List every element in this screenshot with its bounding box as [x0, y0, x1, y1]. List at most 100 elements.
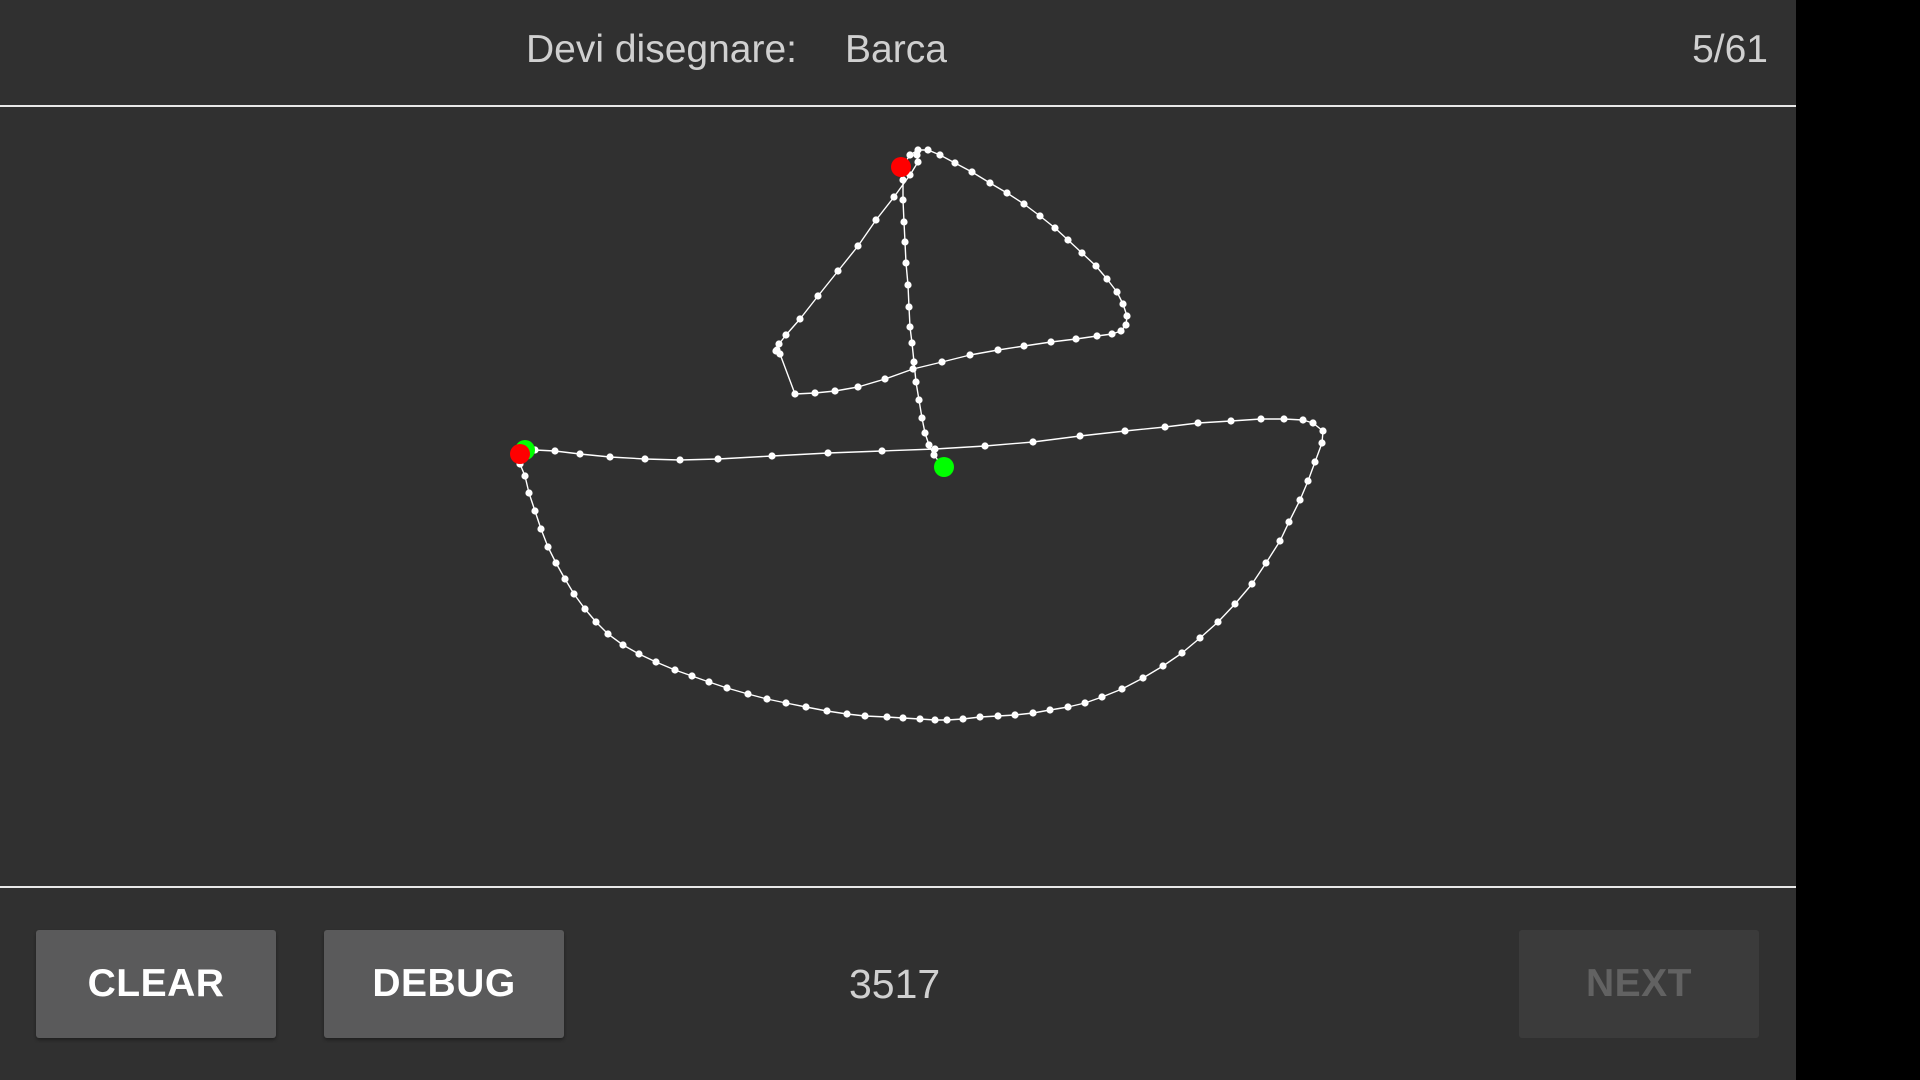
- stroke-point: [576, 450, 584, 458]
- stroke-point: [994, 712, 1002, 720]
- stroke-mast: [897, 158, 948, 471]
- stroke-point: [775, 340, 783, 348]
- next-button[interactable]: NEXT: [1519, 930, 1759, 1038]
- stroke-point: [900, 218, 908, 226]
- stroke-point: [981, 442, 989, 450]
- stroke-point: [951, 159, 959, 167]
- stroke-point: [1081, 699, 1089, 707]
- stroke-point: [899, 714, 907, 722]
- stroke-point: [1108, 330, 1116, 338]
- stroke-point: [1311, 458, 1319, 466]
- drawing-app: Devi disegnare: Barca 5/61 CLEAR DEBUG 3…: [0, 0, 1796, 1080]
- stroke-point: [872, 216, 880, 224]
- stroke-point: [1098, 693, 1106, 701]
- stroke-point: [782, 699, 790, 707]
- stroke-point: [521, 472, 529, 480]
- stroke-point: [1076, 432, 1084, 440]
- stroke-point: [943, 716, 951, 724]
- stroke-point: [1262, 559, 1270, 567]
- stroke-point: [641, 455, 649, 463]
- stroke-point: [537, 525, 545, 533]
- header: Devi disegnare: Barca 5/61: [0, 0, 1796, 105]
- stroke-point: [1103, 275, 1111, 283]
- stroke-point: [909, 365, 917, 373]
- stroke-point: [1139, 674, 1147, 682]
- stroke-point: [705, 678, 713, 686]
- stroke-point: [1011, 711, 1019, 719]
- stroke-point: [890, 193, 898, 201]
- stroke-point: [834, 267, 842, 275]
- stroke-point: [1285, 518, 1293, 526]
- stroke-point: [924, 146, 932, 154]
- stroke-point: [1276, 537, 1284, 545]
- stroke-point: [531, 507, 539, 515]
- stroke-point: [1194, 419, 1202, 427]
- stroke-point: [824, 449, 832, 457]
- stroke-point: [635, 650, 643, 658]
- stroke-point: [1319, 427, 1327, 435]
- clear-button[interactable]: CLEAR: [36, 930, 276, 1038]
- stroke-point: [881, 375, 889, 383]
- stroke-point: [1161, 423, 1169, 431]
- stroke-point: [899, 196, 907, 204]
- stroke-point: [1119, 300, 1127, 308]
- score-value: 3517: [849, 961, 941, 1007]
- stroke-point: [925, 441, 933, 449]
- stroke-point: [905, 303, 913, 311]
- stroke-point: [1064, 703, 1072, 711]
- stroke-point: [906, 323, 914, 331]
- stroke-point: [904, 281, 912, 289]
- stroke-point: [915, 396, 923, 404]
- debug-button[interactable]: DEBUG: [324, 930, 564, 1038]
- stroke-point: [966, 351, 974, 359]
- drawing-svg: [510, 146, 1327, 724]
- stroke-point: [1318, 439, 1326, 447]
- stroke-point: [1092, 262, 1100, 270]
- stroke-point: [552, 559, 560, 567]
- prompt-word: Barca: [845, 28, 947, 71]
- stroke-point: [913, 151, 921, 159]
- stroke-point: [814, 292, 822, 300]
- stroke-point: [968, 168, 976, 176]
- stroke-point: [883, 713, 891, 721]
- stroke-point: [861, 712, 869, 720]
- stroke-point: [763, 695, 771, 703]
- stroke-point: [1118, 685, 1126, 693]
- stroke-point: [931, 716, 939, 724]
- stroke-point: [1248, 580, 1256, 588]
- stroke-point: [1296, 496, 1304, 504]
- stroke-point: [1159, 662, 1167, 670]
- stroke-point: [619, 641, 627, 649]
- stroke-point: [930, 451, 938, 459]
- stroke-point: [551, 447, 559, 455]
- stroke-point: [1072, 335, 1080, 343]
- stroke-point: [768, 452, 776, 460]
- stroke-point: [561, 575, 569, 583]
- stroke-point: [910, 358, 918, 366]
- stroke-point: [994, 346, 1002, 354]
- stroke-point: [676, 456, 684, 464]
- stroke-point: [823, 707, 831, 715]
- stroke-point: [606, 453, 614, 461]
- drawing-canvas[interactable]: [0, 107, 1796, 886]
- footer: CLEAR DEBUG 3517 NEXT: [0, 888, 1796, 1080]
- stroke-start-marker: [934, 457, 954, 477]
- stroke-point: [1051, 224, 1059, 232]
- stroke-point: [604, 630, 612, 638]
- stroke-point: [936, 151, 944, 159]
- stroke-point: [986, 179, 994, 187]
- stroke-point: [1196, 634, 1204, 642]
- stroke-point: [902, 259, 910, 267]
- stroke-point: [1122, 321, 1130, 329]
- stroke-point: [901, 238, 909, 246]
- stroke-point: [1304, 477, 1312, 485]
- stroke-point: [1280, 415, 1288, 423]
- stroke-point: [1003, 189, 1011, 197]
- stroke-point: [1093, 332, 1101, 340]
- stroke-point: [544, 543, 552, 551]
- stroke-point: [921, 429, 929, 437]
- stroke-point: [1231, 600, 1239, 608]
- stroke-point: [592, 618, 600, 626]
- stroke-end-marker: [891, 157, 911, 177]
- stroke-line: [775, 149, 1128, 395]
